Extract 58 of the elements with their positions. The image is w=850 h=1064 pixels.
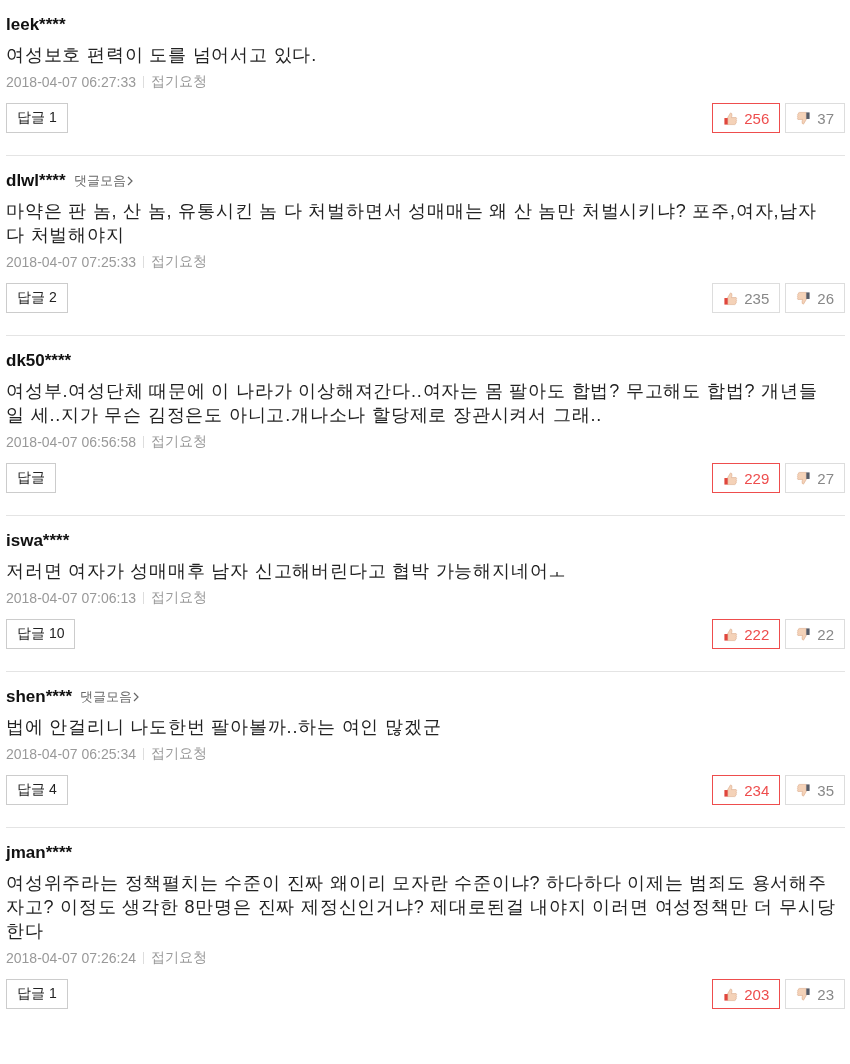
- like-button[interactable]: 222: [712, 619, 781, 649]
- dislike-button[interactable]: 35: [785, 775, 845, 805]
- timestamp: 2018-04-07 06:25:34: [6, 746, 136, 762]
- fold-request-link[interactable]: 접기요청: [151, 253, 207, 271]
- comment-text: 저러면 여자가 성매매후 남자 신고해버린다고 협박 가능해지네어ㅗ: [6, 560, 569, 583]
- thumbs-down-icon: [796, 782, 812, 798]
- like-button[interactable]: 256: [712, 103, 781, 133]
- comment-text: 법에 안걸리니 나도한번 팔아볼까..하는 여인 많겠군: [6, 716, 443, 739]
- thumbs-down-icon: [796, 110, 812, 126]
- chevron-icon: [133, 692, 140, 702]
- reply-button[interactable]: 답글 2: [6, 283, 68, 313]
- username: dk50****: [6, 351, 72, 371]
- thumbs-up-icon: [723, 626, 739, 642]
- dislike-button[interactable]: 26: [785, 283, 845, 313]
- reply-button[interactable]: 답글 4: [6, 775, 68, 805]
- username: jman****: [6, 843, 73, 863]
- timestamp: 2018-04-07 06:27:33: [6, 74, 136, 90]
- username: leek****: [6, 15, 66, 35]
- comment-collection-link[interactable]: 댓글모음: [80, 688, 140, 706]
- username: dlwl****: [6, 171, 66, 191]
- chevron-icon: [126, 176, 133, 186]
- comment-text: 여성위주라는 정책펼치는 수준이 진짜 왜이리 모자란 수준이냐? 하다하다 이제는 범죄도 용서해주자고? 이정도 생각한 8만명은 진짜 제정신인거냐? 제대로된걸 내야지 이러면 여성정책만 더 무시당한다: [6, 872, 837, 943]
- like-button[interactable]: 235: [712, 283, 781, 313]
- reply-button[interactable]: 답글 10: [6, 619, 76, 649]
- timestamp: 2018-04-07 07:26:24: [6, 950, 136, 966]
- like-button[interactable]: 234: [712, 775, 781, 805]
- thumbs-down-icon: [796, 290, 812, 306]
- timestamp: 2018-04-07 07:25:33: [6, 254, 136, 270]
- fold-request-link[interactable]: 접기요청: [151, 589, 207, 607]
- comment-text: 여성부.여성단체 때문에 이 나라가 이상해져간다..여자는 몸 팔아도 합법? 무고해도 합법? 개년들 일 세..지가 무슨 김정은도 아니고.개나소나 할당제로 장관시켜서 그래..: [6, 380, 819, 427]
- thumbs-up-icon: [723, 110, 739, 126]
- dislike-button[interactable]: 37: [785, 103, 845, 133]
- thumbs-up-icon: [723, 290, 739, 306]
- like-button[interactable]: 203: [712, 979, 781, 1009]
- thumbs-up-icon: [723, 782, 739, 798]
- thumbs-down-icon: [796, 626, 812, 642]
- timestamp: 2018-04-07 06:56:58: [6, 434, 136, 450]
- fold-request-link[interactable]: 접기요청: [151, 433, 207, 451]
- reply-button[interactable]: 답글 1: [6, 103, 68, 133]
- dislike-button[interactable]: 23: [785, 979, 845, 1009]
- thumbs-down-icon: [796, 986, 812, 1002]
- comment-collection-link[interactable]: 댓글모음: [73, 172, 133, 190]
- thumbs-up-icon: [723, 986, 739, 1002]
- username: shen****: [6, 687, 73, 707]
- fold-request-link[interactable]: 접기요청: [151, 745, 207, 763]
- reply-button[interactable]: 답글: [6, 463, 56, 493]
- timestamp: 2018-04-07 07:06:13: [6, 590, 136, 606]
- fold-request-link[interactable]: 접기요청: [151, 949, 207, 967]
- reply-button[interactable]: 답글 1: [6, 979, 68, 1009]
- fold-request-link[interactable]: 접기요청: [151, 73, 207, 91]
- like-button[interactable]: 229: [712, 463, 781, 493]
- thumbs-down-icon: [796, 470, 812, 486]
- dislike-button[interactable]: 27: [785, 463, 845, 493]
- thumbs-up-icon: [723, 470, 739, 486]
- dislike-button[interactable]: 22: [785, 619, 845, 649]
- comment-text: 마약은 판 놈, 산 놈, 유통시킨 놈 다 처벌하면서 성매매는 왜 산 놈만 처벌시키냐? 포주,여자,남자 다 처벌해야지: [6, 200, 818, 247]
- comment-text: 여성보호 편력이 도를 넘어서고 있다.: [6, 44, 318, 67]
- username: iswa****: [6, 531, 70, 551]
